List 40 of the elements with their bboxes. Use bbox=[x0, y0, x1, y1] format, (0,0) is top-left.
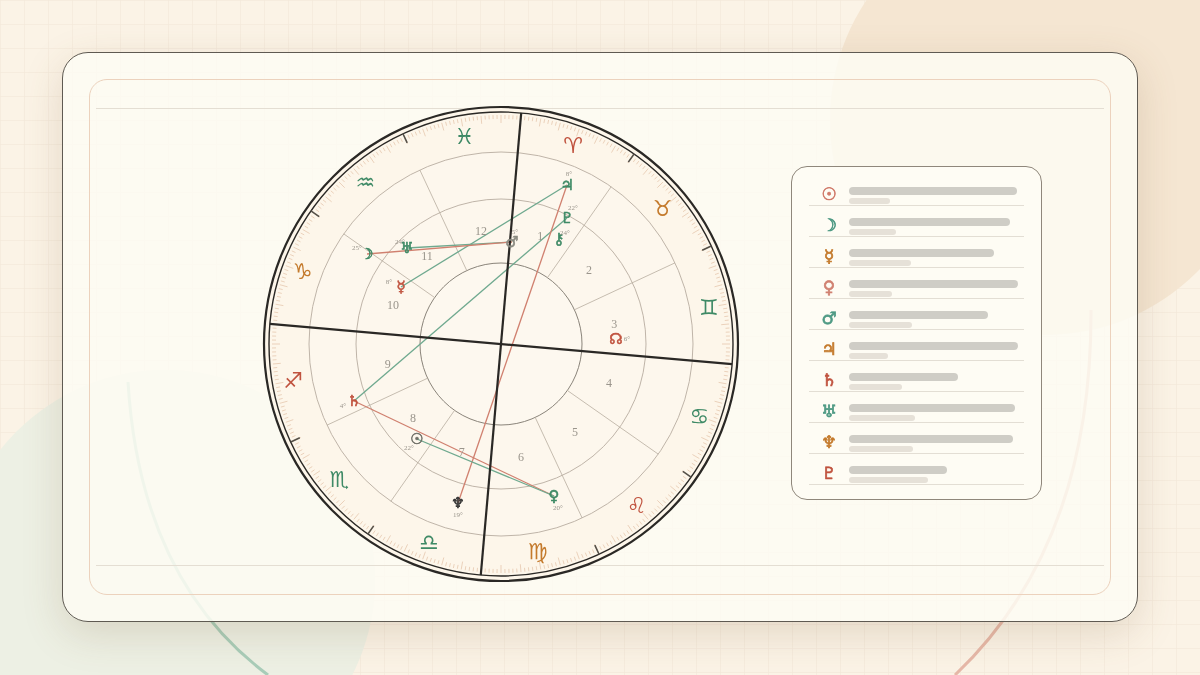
planet-symbol: ♂ bbox=[820, 308, 838, 328]
zodiac-sign: ♓ bbox=[454, 123, 475, 149]
planet-glyph: ♃ bbox=[560, 176, 574, 194]
planet-symbol: ☽ bbox=[820, 215, 838, 235]
planet-symbol: ♆ bbox=[820, 432, 838, 452]
zodiac-sign: ♈ bbox=[563, 133, 584, 159]
planet-glyph: ♄ bbox=[347, 392, 361, 410]
planet-symbol: ♇ bbox=[820, 463, 838, 483]
house-number: 5 bbox=[571, 425, 578, 440]
planet-glyph: ♆ bbox=[451, 494, 465, 512]
planet-symbol: ♀ bbox=[821, 277, 837, 297]
house-number: 10 bbox=[386, 297, 399, 312]
house-number: 9 bbox=[384, 356, 391, 371]
house-number: 8 bbox=[409, 410, 416, 425]
zodiac-sign: ♐ bbox=[283, 368, 304, 394]
planet-glyph: ♀ bbox=[548, 487, 560, 505]
zodiac-sign: ♊ bbox=[698, 294, 719, 320]
planet-glyph: ☿ bbox=[396, 278, 406, 296]
house-number: 4 bbox=[606, 376, 613, 391]
zodiac-sign: ♑ bbox=[292, 259, 313, 285]
planet-glyph: ♇ bbox=[560, 209, 574, 227]
house-number: 1 bbox=[537, 228, 544, 243]
zodiac-sign: ♋ bbox=[689, 403, 710, 429]
planet-glyph: ☊ bbox=[609, 330, 623, 348]
house-number: 3 bbox=[611, 317, 618, 332]
planet-symbol: ☉ bbox=[820, 184, 838, 204]
house-number: 12 bbox=[475, 223, 488, 238]
zodiac-sign: ♉ bbox=[652, 195, 673, 221]
zodiac-sign: ♎ bbox=[418, 529, 439, 555]
zodiac-sign: ♏ bbox=[329, 467, 350, 493]
zodiac-sign: ♒ bbox=[355, 169, 376, 195]
house-number: 6 bbox=[517, 450, 524, 465]
planet-symbol: ♅ bbox=[820, 401, 838, 421]
planet-symbol: ♃ bbox=[820, 339, 838, 359]
house-number: 11 bbox=[421, 248, 433, 263]
zodiac-sign: ♌ bbox=[626, 493, 647, 519]
planet-symbol: ♄ bbox=[820, 370, 838, 390]
planet-symbol: ☿ bbox=[822, 246, 836, 266]
zodiac-sign: ♍ bbox=[527, 539, 548, 565]
house-number: 2 bbox=[586, 263, 593, 278]
